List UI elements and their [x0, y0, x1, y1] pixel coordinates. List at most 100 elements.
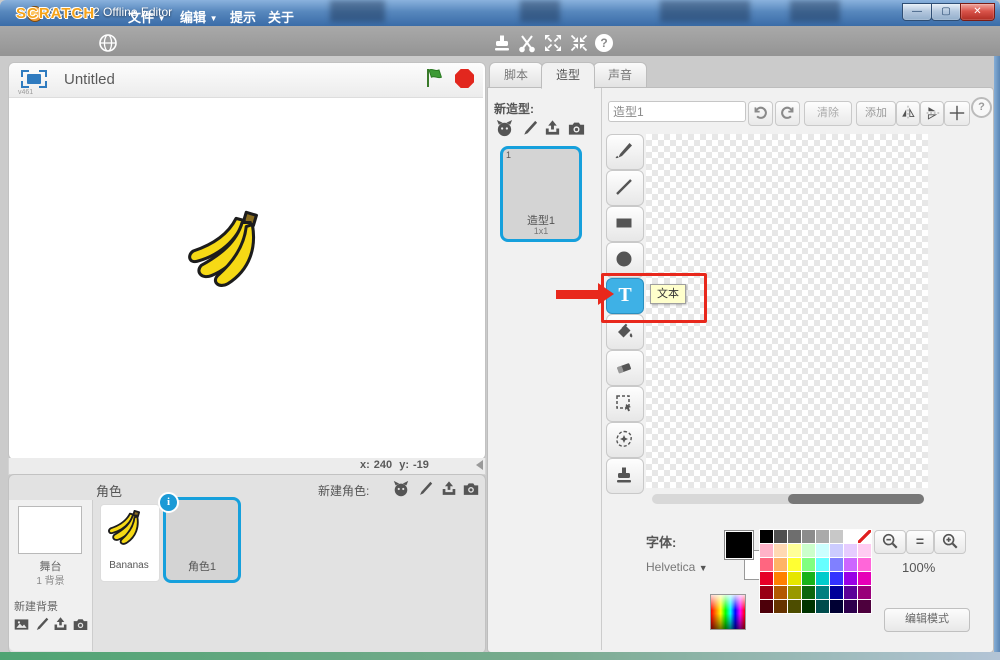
palette-swatch[interactable]	[760, 530, 773, 543]
palette-swatch[interactable]	[760, 558, 773, 571]
palette-swatch[interactable]	[760, 572, 773, 585]
zoom-out-button[interactable]	[874, 530, 906, 554]
palette-swatch[interactable]	[774, 586, 787, 599]
menu-file[interactable]: 文件 ▼	[128, 7, 166, 26]
delete-scissors-icon[interactable]	[517, 33, 537, 53]
eraser-tool[interactable]	[606, 350, 644, 386]
minimize-button[interactable]: —	[902, 3, 932, 21]
close-button[interactable]: ✕	[960, 3, 995, 21]
upload-backdrop-icon[interactable]	[52, 616, 70, 634]
palette-swatch[interactable]	[760, 586, 773, 599]
camera-costume-icon[interactable]	[567, 119, 585, 137]
foreground-color-swatch[interactable]	[724, 530, 754, 560]
brush-tool[interactable]	[606, 134, 644, 170]
palette-swatch[interactable]	[788, 586, 801, 599]
set-costume-center-icon[interactable]	[944, 101, 970, 126]
palette-swatch[interactable]	[816, 600, 829, 613]
costume-name-input[interactable]	[608, 101, 746, 122]
palette-swatch[interactable]	[774, 544, 787, 557]
collapse-arrow-icon[interactable]	[476, 460, 483, 470]
magic-wand-tool[interactable]	[606, 422, 644, 458]
palette-swatch[interactable]	[774, 600, 787, 613]
flip-horizontal-icon[interactable]	[896, 101, 920, 126]
green-flag-button[interactable]	[424, 67, 446, 89]
palette-swatch[interactable]	[788, 558, 801, 571]
tab-sounds[interactable]: 声音	[593, 62, 647, 89]
new-sprite-library-icon[interactable]	[392, 480, 410, 498]
palette-swatch[interactable]	[816, 572, 829, 585]
palette-swatch[interactable]	[844, 544, 857, 557]
palette-swatch[interactable]	[844, 558, 857, 571]
stamp-tool[interactable]	[606, 458, 644, 494]
palette-swatch[interactable]	[844, 586, 857, 599]
palette-swatch[interactable]	[830, 572, 843, 585]
palette-swatch[interactable]	[788, 530, 801, 543]
palette-swatch[interactable]	[774, 572, 787, 585]
line-tool[interactable]	[606, 170, 644, 206]
stage-thumbnail[interactable]	[18, 506, 82, 554]
palette-swatch[interactable]	[788, 572, 801, 585]
select-tool[interactable]	[606, 386, 644, 422]
font-select[interactable]: Helvetica ▼	[646, 560, 726, 574]
help-icon[interactable]: ?	[595, 34, 613, 52]
palette-swatch[interactable]	[816, 544, 829, 557]
palette-swatch[interactable]	[816, 586, 829, 599]
maximize-button[interactable]: ▢	[931, 3, 961, 21]
palette-swatch[interactable]	[844, 600, 857, 613]
paint-help-icon[interactable]: ?	[971, 97, 992, 118]
shrink-icon[interactable]	[569, 33, 589, 53]
camera-backdrop-icon[interactable]	[72, 616, 90, 634]
palette-swatch[interactable]	[830, 530, 843, 543]
upload-sprite-icon[interactable]	[440, 480, 458, 498]
paint-new-costume-icon[interactable]	[520, 119, 538, 137]
fullscreen-icon[interactable]	[21, 70, 47, 88]
palette-swatch[interactable]	[844, 572, 857, 585]
menu-about[interactable]: 关于	[268, 7, 294, 26]
palette-swatch[interactable]	[760, 600, 773, 613]
menu-tips[interactable]: 提示	[230, 7, 256, 26]
upload-costume-icon[interactable]	[543, 119, 561, 137]
palette-swatch[interactable]	[802, 600, 815, 613]
clear-button[interactable]: 清除	[804, 101, 852, 126]
palette-swatch[interactable]	[788, 600, 801, 613]
zoom-in-button[interactable]	[934, 530, 966, 554]
redo-button[interactable]	[775, 101, 800, 126]
palette-swatch[interactable]	[802, 544, 815, 557]
palette-swatch[interactable]	[830, 558, 843, 571]
camera-sprite-icon[interactable]	[462, 480, 480, 498]
paint-new-sprite-icon[interactable]	[416, 480, 434, 498]
palette-swatch[interactable]	[858, 572, 871, 585]
palette-swatch[interactable]	[802, 572, 815, 585]
sprite-info-icon[interactable]: i	[158, 492, 179, 513]
rainbow-color-picker[interactable]	[710, 594, 746, 630]
backdrop-library-icon[interactable]	[13, 616, 31, 634]
palette-swatch[interactable]	[816, 530, 829, 543]
paint-backdrop-icon[interactable]	[33, 616, 51, 634]
tab-scripts[interactable]: 脚本	[489, 62, 543, 89]
grow-icon[interactable]	[543, 33, 563, 53]
palette-swatch[interactable]	[844, 530, 857, 543]
palette-swatch[interactable]	[858, 544, 871, 557]
bananas-sprite-on-stage[interactable]	[183, 200, 285, 296]
stop-button[interactable]	[455, 69, 474, 88]
duplicate-stamp-icon[interactable]	[492, 33, 512, 53]
palette-swatch[interactable]	[858, 530, 871, 543]
add-button[interactable]: 添加	[856, 101, 896, 126]
palette-swatch[interactable]	[830, 544, 843, 557]
menu-edit[interactable]: 编辑 ▼	[180, 7, 218, 26]
palette-swatch[interactable]	[802, 530, 815, 543]
zoom-actual-size-button[interactable]: =	[906, 530, 934, 554]
palette-swatch[interactable]	[830, 600, 843, 613]
palette-swatch[interactable]	[802, 558, 815, 571]
rectangle-tool[interactable]	[606, 206, 644, 242]
new-costume-library-icon[interactable]	[495, 119, 513, 137]
palette-swatch[interactable]	[830, 586, 843, 599]
palette-swatch[interactable]	[788, 544, 801, 557]
undo-button[interactable]	[748, 101, 773, 126]
editor-mode-button[interactable]: 编辑模式	[884, 608, 970, 632]
palette-swatch[interactable]	[858, 600, 871, 613]
canvas-scrollbar-thumb[interactable]	[788, 494, 924, 504]
palette-swatch[interactable]	[858, 586, 871, 599]
palette-swatch[interactable]	[858, 558, 871, 571]
palette-swatch[interactable]	[774, 558, 787, 571]
